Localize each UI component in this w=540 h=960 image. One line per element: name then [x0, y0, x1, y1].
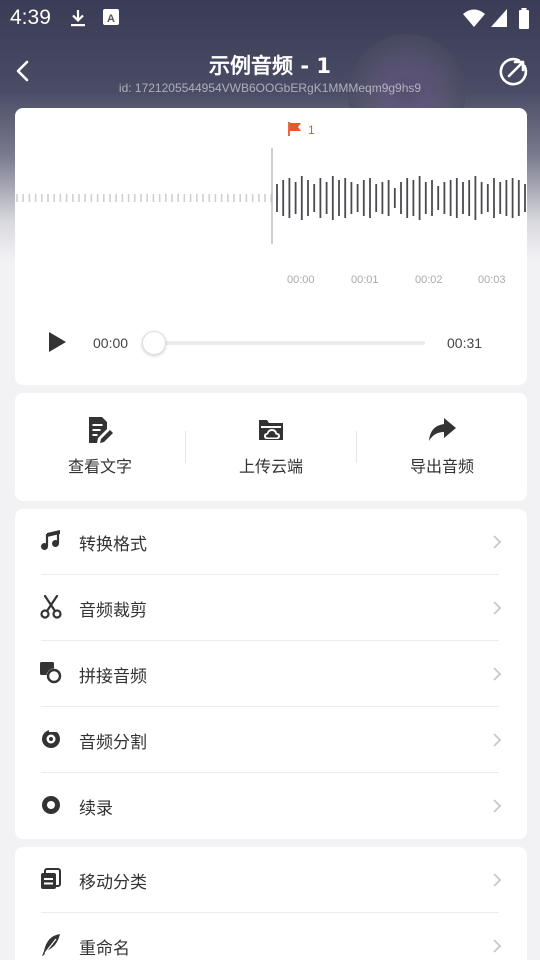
recording-id: id: 1721205544954VWB6OOGbERgK1MMMeqm9g9h…: [118, 81, 422, 95]
menu-item-trim-audio[interactable]: 音频裁剪: [15, 575, 527, 641]
chevron-right-icon: [493, 535, 502, 549]
tick-label: 00:03: [478, 274, 506, 286]
menu-item-continue-record[interactable]: 续录: [15, 773, 527, 839]
battery-icon: [519, 8, 529, 29]
file-menu: 移动分类 重命名: [15, 847, 527, 960]
record-icon: [42, 796, 60, 814]
scissors-icon: [40, 595, 62, 619]
tick-label: 00:01: [351, 274, 379, 286]
progress-track[interactable]: [153, 341, 425, 345]
split-icon: [42, 728, 60, 748]
share-arrow-icon: [429, 418, 456, 441]
waveform-card: 1 00:00 00:01 00:02 00:03 00:00 00:31: [15, 108, 527, 385]
action-label: 查看文字: [67, 457, 132, 476]
actions-card: 查看文字 上传云端 导出音频: [15, 393, 527, 501]
audio-waveform[interactable]: [15, 146, 527, 256]
total-time: 00:31: [447, 335, 483, 351]
chevron-right-icon: [493, 799, 502, 813]
menu-item-convert-format[interactable]: 转换格式: [15, 509, 527, 575]
feather-icon: [42, 934, 60, 956]
menu-item-label: 续录: [79, 799, 113, 819]
current-time: 00:00: [93, 335, 129, 351]
view-text-button[interactable]: 查看文字: [15, 393, 185, 501]
menu-item-merge-audio[interactable]: 拼接音频: [15, 641, 527, 707]
chevron-right-icon: [493, 873, 502, 887]
signal-icon: [491, 9, 507, 27]
menu-item-label: 移动分类: [79, 873, 147, 893]
music-note-icon: [41, 530, 60, 550]
download-icon: [71, 10, 85, 27]
menu-item-label: 音频分割: [79, 733, 147, 753]
move-copy-icon: [41, 868, 61, 889]
cloud-folder-icon: [259, 420, 283, 440]
menu-item-rename[interactable]: 重命名: [15, 913, 527, 960]
share-external-icon[interactable]: [497, 56, 529, 88]
action-label: 上传云端: [238, 457, 303, 476]
page-title: 示例音频 - 1: [209, 54, 331, 78]
menu-item-label: 拼接音频: [79, 667, 147, 687]
status-bar: 4:39 A: [0, 0, 540, 36]
marker-number: 1: [308, 123, 315, 137]
wifi-icon: [463, 9, 485, 27]
document-edit-icon: [89, 417, 113, 443]
status-time: 4:39: [10, 6, 51, 29]
header: 示例音频 - 1 id: 1721205544954VWB6OOGbERgK1M…: [0, 40, 540, 104]
flag-icon: [288, 122, 301, 136]
menu-item-label: 音频裁剪: [79, 601, 147, 621]
progress-thumb[interactable]: [142, 331, 166, 355]
upload-cloud-button[interactable]: 上传云端: [186, 393, 356, 501]
tick-label: 00:00: [287, 274, 315, 286]
action-label: 导出音频: [409, 457, 474, 476]
chevron-right-icon: [493, 601, 502, 615]
chevron-right-icon: [493, 667, 502, 681]
svg-text:A: A: [107, 13, 115, 25]
menu-item-label: 转换格式: [79, 535, 147, 555]
marker-flag[interactable]: 1: [287, 121, 315, 139]
merge-icon: [40, 662, 62, 684]
export-audio-button[interactable]: 导出音频: [357, 393, 527, 501]
chevron-right-icon: [493, 733, 502, 747]
tools-menu: 转换格式 音频裁剪 拼接音频 音频分割 续录: [15, 509, 527, 839]
timeline-ticks: 00:00 00:01 00:02 00:03: [15, 274, 527, 288]
keyboard-a-icon: A: [103, 9, 119, 25]
chevron-right-icon: [493, 939, 502, 953]
play-icon[interactable]: [45, 330, 69, 354]
menu-item-label: 重命名: [79, 939, 130, 959]
menu-item-split-audio[interactable]: 音频分割: [15, 707, 527, 773]
tick-label: 00:02: [415, 274, 443, 286]
menu-item-move-category[interactable]: 移动分类: [15, 847, 527, 913]
